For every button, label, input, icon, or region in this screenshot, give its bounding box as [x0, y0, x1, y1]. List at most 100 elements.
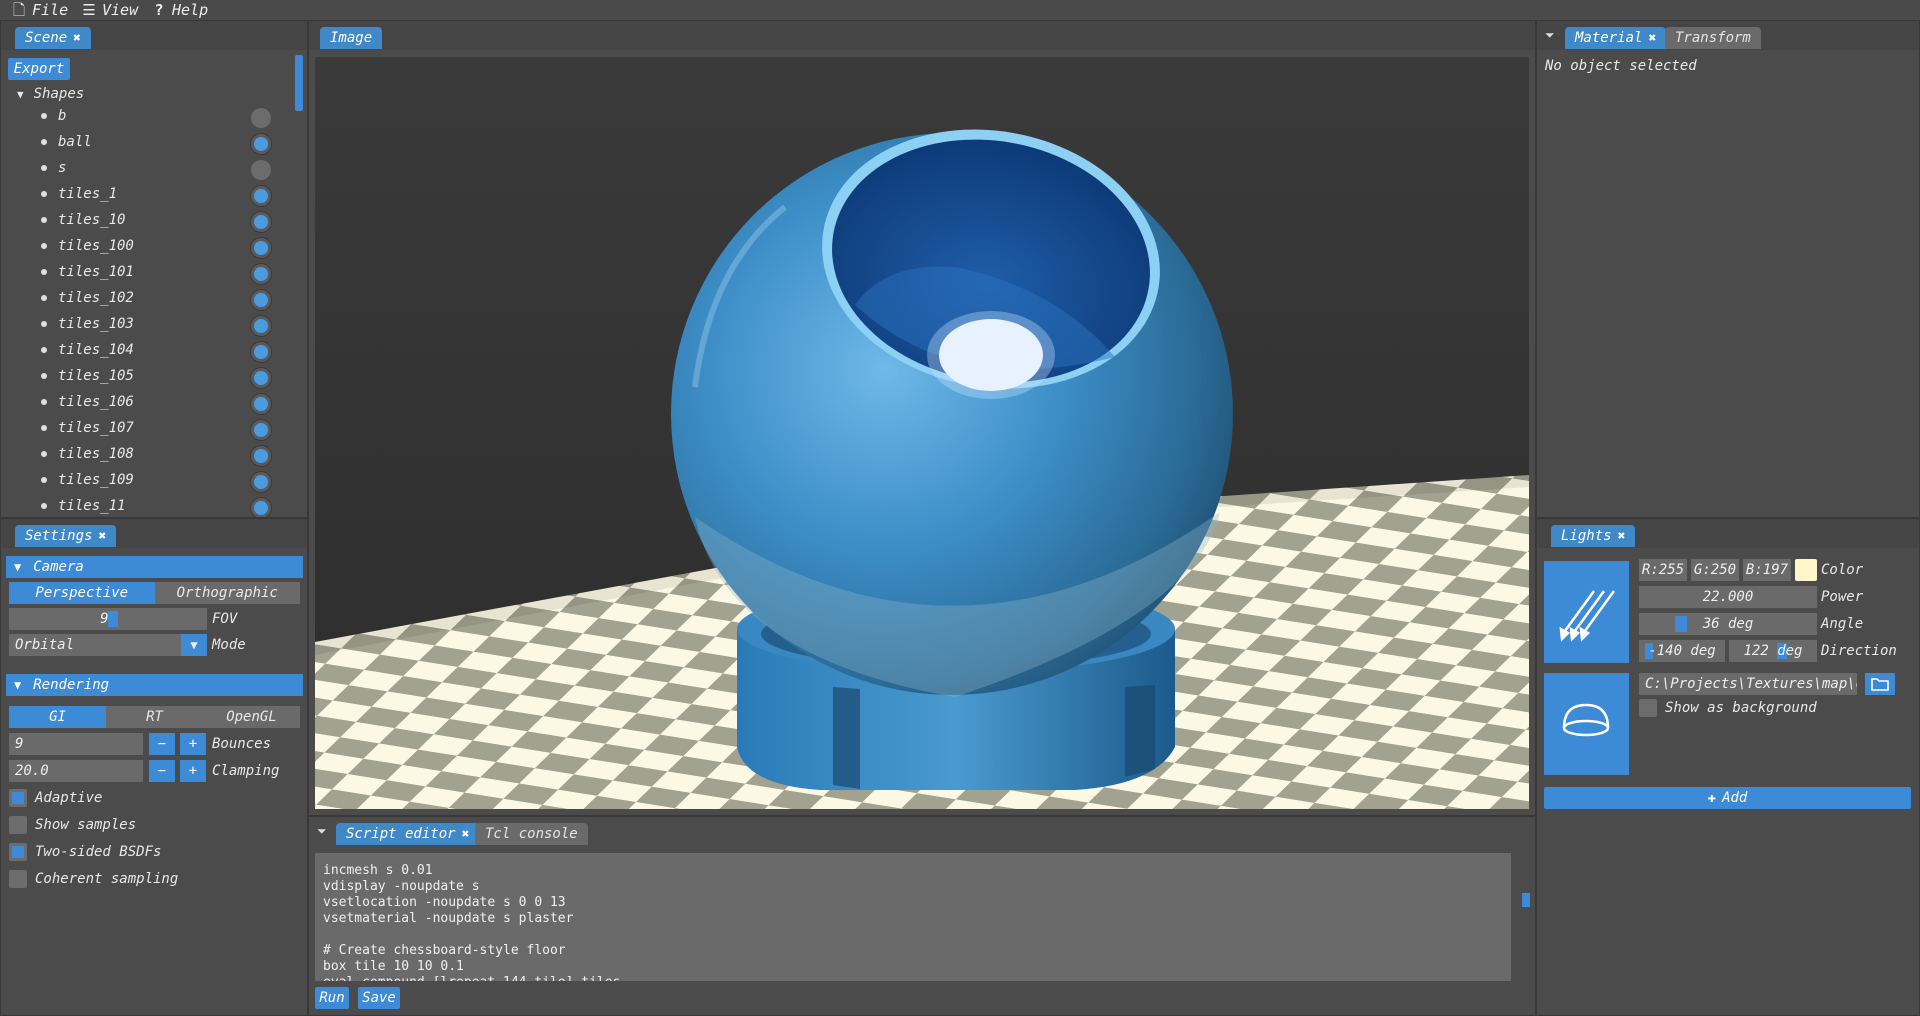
bounces-increment-button[interactable]: + — [180, 733, 206, 755]
tab-script-editor[interactable]: Script editor ✖ — [336, 823, 480, 845]
camera-section-header[interactable]: ▼ Camera — [6, 556, 303, 578]
script-scrollbar[interactable] — [1519, 853, 1533, 981]
export-button[interactable]: Export — [8, 58, 70, 80]
perspective-option[interactable]: Perspective — [9, 582, 155, 604]
add-light-button[interactable]: ✚ Add — [1544, 787, 1911, 809]
run-button[interactable]: Run — [315, 987, 349, 1009]
power-field[interactable]: 22.000 — [1639, 586, 1817, 608]
option-row[interactable]: Show samples — [9, 814, 299, 836]
scene-list-item[interactable]: tiles_101 — [1, 259, 285, 285]
collapse-icon[interactable]: ⏷ — [1545, 28, 1555, 43]
visibility-toggle[interactable] — [251, 498, 271, 517]
visibility-toggle[interactable] — [251, 264, 271, 284]
script-editor[interactable]: incmesh s 0.01 vdisplay -noupdate s vsetlo… — [315, 853, 1511, 981]
shapes-group[interactable]: ▼ Shapes — [17, 83, 84, 105]
option-checkbox[interactable] — [9, 843, 27, 861]
direction-azimuth-field[interactable]: -140 deg — [1639, 640, 1725, 662]
visibility-toggle[interactable] — [251, 368, 271, 388]
clamping-decrement-button[interactable]: − — [149, 760, 175, 782]
close-icon[interactable]: ✖ — [1618, 529, 1626, 544]
scene-list-item[interactable]: tiles_103 — [1, 311, 285, 337]
chevron-down-icon[interactable]: ▼ — [181, 634, 207, 656]
visibility-toggle[interactable] — [251, 420, 271, 440]
scene-list-item[interactable]: tiles_102 — [1, 285, 285, 311]
close-icon[interactable]: ✖ — [73, 31, 81, 46]
scene-list-item[interactable]: tiles_1 — [1, 181, 285, 207]
menu-file[interactable]: 🗋 File — [12, 1, 68, 19]
scene-list-item[interactable]: tiles_11 — [1, 493, 285, 517]
tab-material[interactable]: Material ✖ — [1565, 27, 1667, 49]
orthographic-option[interactable]: Orthographic — [154, 582, 300, 604]
menu-help[interactable]: ? Help — [152, 1, 208, 19]
environment-light-thumbnail[interactable] — [1544, 673, 1629, 775]
scene-scrollbar[interactable] — [295, 55, 303, 111]
tab-scene[interactable]: Scene ✖ — [15, 27, 91, 49]
scene-list-item[interactable]: tiles_108 — [1, 441, 285, 467]
bounces-field[interactable]: 9 — [9, 733, 143, 755]
color-swatch[interactable] — [1795, 559, 1817, 581]
close-icon[interactable]: ✖ — [1648, 31, 1656, 46]
fov-slider[interactable]: 90 — [9, 608, 207, 630]
clamping-field[interactable]: 20.0 — [9, 760, 143, 782]
scene-list-item[interactable]: tiles_109 — [1, 467, 285, 493]
mode-select[interactable]: Orbital ▼ — [9, 634, 207, 656]
angle-slider-knob[interactable] — [1675, 616, 1687, 632]
direction-elevation-field[interactable]: 122 deg — [1729, 640, 1817, 662]
expand-triangle-icon: ▼ — [14, 560, 22, 574]
collapse-icon[interactable]: ⏷ — [317, 824, 327, 839]
visibility-toggle[interactable] — [251, 160, 271, 180]
scene-list-item[interactable]: s — [1, 155, 285, 181]
rendering-section-header[interactable]: ▼ Rendering — [6, 674, 303, 696]
opengl-option[interactable]: OpenGL — [203, 706, 300, 728]
clamping-increment-button[interactable]: + — [180, 760, 206, 782]
angle-slider[interactable]: 36 deg — [1639, 613, 1817, 635]
visibility-toggle[interactable] — [251, 342, 271, 362]
scene-list-item[interactable]: tiles_105 — [1, 363, 285, 389]
bounces-decrement-button[interactable]: − — [149, 733, 175, 755]
option-checkbox[interactable] — [9, 816, 27, 834]
visibility-toggle[interactable] — [251, 186, 271, 206]
show-as-background-checkbox[interactable] — [1639, 699, 1657, 717]
fov-slider-knob[interactable] — [108, 611, 118, 627]
option-checkbox[interactable] — [9, 789, 27, 807]
visibility-toggle[interactable] — [251, 238, 271, 258]
tab-settings[interactable]: Settings ✖ — [15, 525, 117, 547]
rt-option[interactable]: RT — [106, 706, 203, 728]
gi-option[interactable]: GI — [9, 706, 106, 728]
tab-tcl-console[interactable]: Tcl console — [475, 823, 588, 845]
directional-light-thumbnail[interactable] — [1544, 561, 1629, 663]
scene-list-item[interactable]: tiles_100 — [1, 233, 285, 259]
option-row[interactable]: Two-sided BSDFs — [9, 841, 299, 863]
color-b-field[interactable]: B:197 — [1743, 559, 1791, 581]
menu-view[interactable]: ☰ View — [82, 1, 138, 19]
visibility-toggle[interactable] — [251, 394, 271, 414]
tab-transform[interactable]: Transform — [1665, 27, 1761, 49]
browse-folder-button[interactable] — [1865, 673, 1895, 695]
scene-list-item[interactable]: tiles_104 — [1, 337, 285, 363]
option-row[interactable]: Coherent sampling — [9, 868, 299, 890]
close-icon[interactable]: ✖ — [98, 529, 106, 544]
visibility-toggle[interactable] — [251, 472, 271, 492]
script-scrollbar-thumb[interactable] — [1522, 893, 1530, 907]
visibility-toggle[interactable] — [251, 108, 271, 128]
save-button[interactable]: Save — [358, 987, 400, 1009]
scene-list-item[interactable]: tiles_10 — [1, 207, 285, 233]
close-icon[interactable]: ✖ — [462, 827, 470, 842]
visibility-toggle[interactable] — [251, 134, 271, 154]
scene-list-item[interactable]: tiles_107 — [1, 415, 285, 441]
option-checkbox[interactable] — [9, 870, 27, 888]
visibility-toggle[interactable] — [251, 316, 271, 336]
visibility-toggle[interactable] — [251, 446, 271, 466]
color-g-field[interactable]: G:250 — [1691, 559, 1739, 581]
tab-lights[interactable]: Lights ✖ — [1551, 525, 1636, 547]
tab-image[interactable]: Image — [320, 27, 383, 49]
option-row[interactable]: Adaptive — [9, 787, 299, 809]
environment-map-path-field[interactable]: C:\Projects\Textures\map\e — [1639, 673, 1857, 695]
color-r-field[interactable]: R:255 — [1639, 559, 1687, 581]
visibility-toggle[interactable] — [251, 290, 271, 310]
render-viewport[interactable] — [315, 57, 1529, 809]
visibility-toggle[interactable] — [251, 212, 271, 232]
scene-list-item[interactable]: ball — [1, 129, 285, 155]
scene-list-item[interactable]: tiles_106 — [1, 389, 285, 415]
scene-list-item[interactable]: b — [1, 103, 285, 129]
